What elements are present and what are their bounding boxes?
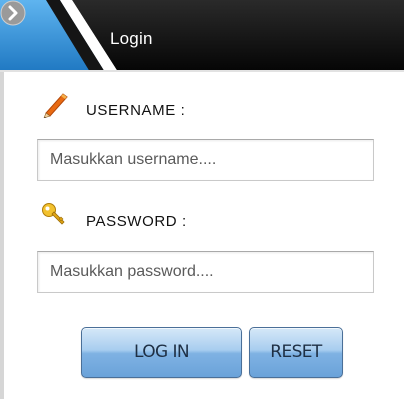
reset-button[interactable]: RESET xyxy=(249,327,343,378)
username-label: USERNAME : xyxy=(86,102,186,119)
username-input[interactable] xyxy=(37,139,374,181)
login-button[interactable]: LOG IN xyxy=(81,327,242,378)
panel-left-border xyxy=(0,72,4,399)
header-background xyxy=(0,0,404,72)
chevron-right-circle-icon xyxy=(0,0,26,26)
password-label: PASSWORD : xyxy=(86,213,187,230)
pencil-icon xyxy=(43,93,68,118)
login-header: Login xyxy=(0,0,404,72)
login-panel: Login USERNAME : PASSWORD : LOG IN RESET xyxy=(0,0,404,399)
password-input[interactable] xyxy=(37,251,374,293)
header-title: Login xyxy=(110,29,153,48)
key-icon xyxy=(42,203,65,225)
